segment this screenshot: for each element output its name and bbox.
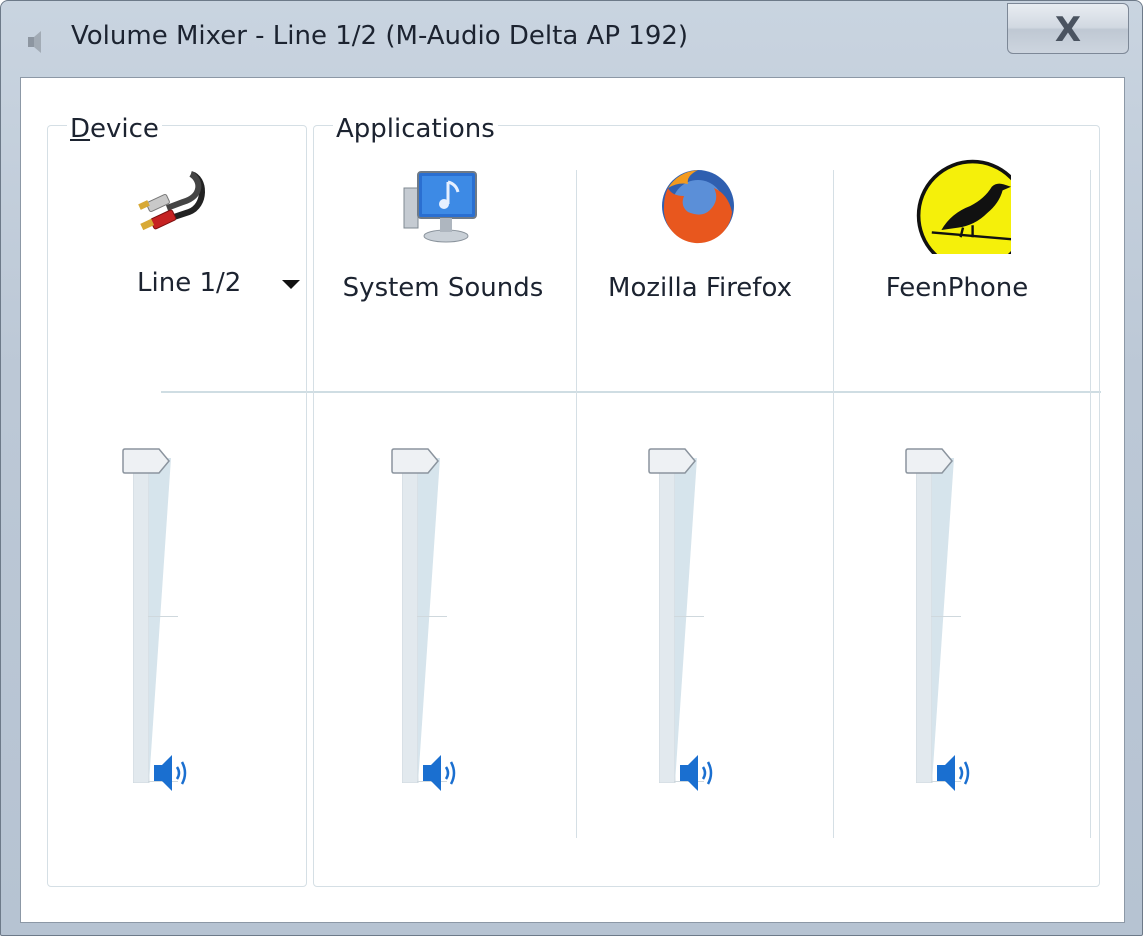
mixer-client-area: Device Applications Line 1/2 System Soun… — [20, 77, 1125, 923]
column-divider — [1090, 170, 1091, 838]
volume-mixer-window: Volume Mixer - Line 1/2 (M-Audio Delta A… — [0, 0, 1143, 936]
app-volume-slider[interactable] — [904, 448, 994, 793]
app-column-feenphone: FeenPhone — [832, 158, 1082, 878]
speaker-on-icon[interactable] — [933, 753, 977, 793]
app-name-label: FeenPhone — [885, 273, 1029, 303]
device-dropdown-value: Line 1/2 — [137, 268, 242, 298]
slider-tick — [931, 616, 961, 617]
slider-tick — [417, 616, 447, 617]
speaker-icon[interactable] — [25, 29, 47, 55]
device-group-label: Device — [67, 114, 162, 144]
device-access-key: D — [70, 114, 91, 144]
app-volume-slider[interactable] — [647, 448, 737, 793]
speaker-on-icon[interactable] — [150, 753, 194, 793]
volume-track — [402, 458, 440, 783]
close-button[interactable]: X — [1007, 3, 1129, 54]
slider-thumb[interactable] — [121, 448, 171, 474]
slider-tick — [674, 616, 704, 617]
speaker-on-icon[interactable] — [419, 753, 463, 793]
chevron-down-icon[interactable] — [282, 280, 300, 289]
firefox-icon — [662, 170, 734, 244]
app-column-mozilla-firefox: Mozilla Firefox — [575, 158, 825, 878]
app-volume-slider[interactable] — [390, 448, 480, 793]
title-bar[interactable]: Volume Mixer - Line 1/2 (M-Audio Delta A… — [1, 1, 1142, 71]
volume-track — [659, 458, 697, 783]
device-dropdown[interactable]: Line 1/2 — [109, 262, 300, 302]
device-legend-rest: evice — [90, 114, 159, 144]
window-title: Volume Mixer - Line 1/2 (M-Audio Delta A… — [71, 21, 689, 51]
close-icon: X — [1054, 10, 1082, 50]
device-volume-slider[interactable] — [121, 448, 211, 793]
applications-group-label: Applications — [333, 114, 498, 144]
slider-thumb[interactable] — [904, 448, 954, 474]
speaker-on-icon[interactable] — [676, 753, 720, 793]
slider-thumb[interactable] — [390, 448, 440, 474]
slider-thumb[interactable] — [647, 448, 697, 474]
app-column-system-sounds: System Sounds — [318, 158, 568, 878]
volume-track — [133, 458, 171, 783]
device-column: Line 1/2 — [49, 158, 300, 878]
volume-track — [916, 458, 954, 783]
app-name-label: Mozilla Firefox — [608, 273, 792, 303]
slider-tick — [148, 616, 178, 617]
rca-cable-icon — [138, 171, 205, 231]
bird-icon — [916, 159, 1011, 254]
app-name-label: System Sounds — [342, 273, 544, 303]
monitor-music-icon — [403, 171, 477, 243]
